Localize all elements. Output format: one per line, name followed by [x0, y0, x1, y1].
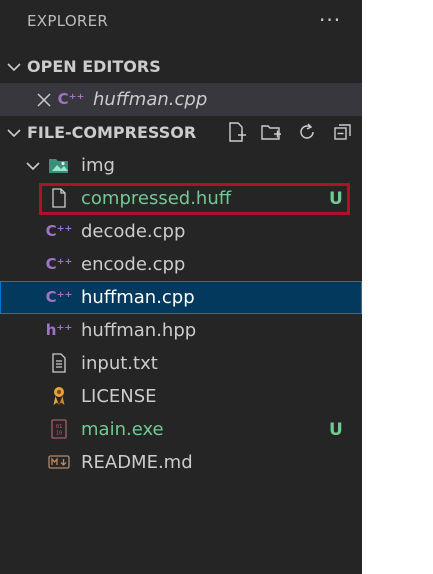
image-folder-icon: [49, 159, 68, 173]
file-name: LICENSE: [81, 386, 157, 407]
new-file-icon[interactable]: [225, 121, 247, 143]
close-icon[interactable]: [37, 93, 51, 107]
new-folder-icon[interactable]: [260, 121, 282, 143]
svg-text:10: 10: [56, 431, 63, 437]
chevron-down-icon: [26, 162, 40, 171]
svg-text:01: 01: [56, 424, 63, 430]
binary-file-icon: 0110: [51, 419, 67, 439]
file-name: encode.cpp: [81, 254, 186, 275]
file-item-decode-cpp[interactable]: C⁺⁺ decode.cpp: [0, 215, 362, 248]
cpp-file-icon: C⁺⁺: [45, 288, 73, 306]
untracked-badge: U: [329, 419, 343, 440]
file-name: huffman.hpp: [81, 320, 197, 341]
text-file-icon: [52, 353, 66, 373]
hpp-file-icon: h⁺⁺: [45, 321, 73, 339]
markdown-icon: [48, 455, 70, 469]
cpp-file-icon: C⁺⁺: [57, 90, 85, 108]
cpp-file-icon: C⁺⁺: [45, 222, 73, 240]
project-title: FILE-COMPRESSOR: [27, 123, 197, 142]
ellipsis-icon[interactable]: ···: [319, 8, 341, 32]
refresh-icon[interactable]: [296, 121, 318, 143]
open-editors-title: OPEN EDITORS: [27, 57, 161, 76]
open-editor-filename: huffman.cpp: [93, 89, 208, 110]
file-item-huffman-cpp[interactable]: C⁺⁺ huffman.cpp: [0, 281, 362, 314]
highlight-box: [39, 183, 350, 215]
file-name: main.exe: [81, 419, 164, 440]
file-item-encode-cpp[interactable]: C⁺⁺ encode.cpp: [0, 248, 362, 281]
file-name: input.txt: [81, 353, 158, 374]
file-item-main-exe[interactable]: 01 10 main.exe U: [0, 413, 362, 446]
open-editors-header[interactable]: OPEN EDITORS: [0, 50, 362, 83]
cpp-file-icon: C⁺⁺: [45, 255, 73, 273]
explorer-title: EXPLORER: [27, 12, 109, 30]
file-name: huffman.cpp: [81, 287, 195, 308]
file-name: README.md: [81, 452, 193, 473]
file-item-license[interactable]: LICENSE: [0, 380, 362, 413]
collapse-all-icon[interactable]: [332, 121, 354, 143]
explorer-sidebar: EXPLORER ··· OPEN EDITORS C⁺⁺ huffman.cp…: [0, 0, 362, 574]
file-name: decode.cpp: [81, 221, 186, 242]
file-item-huffman-hpp[interactable]: h⁺⁺ huffman.hpp: [0, 314, 362, 347]
file-item-readme-md[interactable]: README.md: [0, 446, 362, 479]
file-item-input-txt[interactable]: input.txt: [0, 347, 362, 380]
open-editor-item[interactable]: C⁺⁺ huffman.cpp: [0, 83, 362, 116]
chevron-down-icon: [7, 129, 21, 138]
license-icon: [53, 387, 65, 405]
chevron-down-icon: [7, 63, 21, 72]
folder-name: img: [81, 155, 115, 176]
folder-item-img[interactable]: img: [0, 149, 362, 182]
